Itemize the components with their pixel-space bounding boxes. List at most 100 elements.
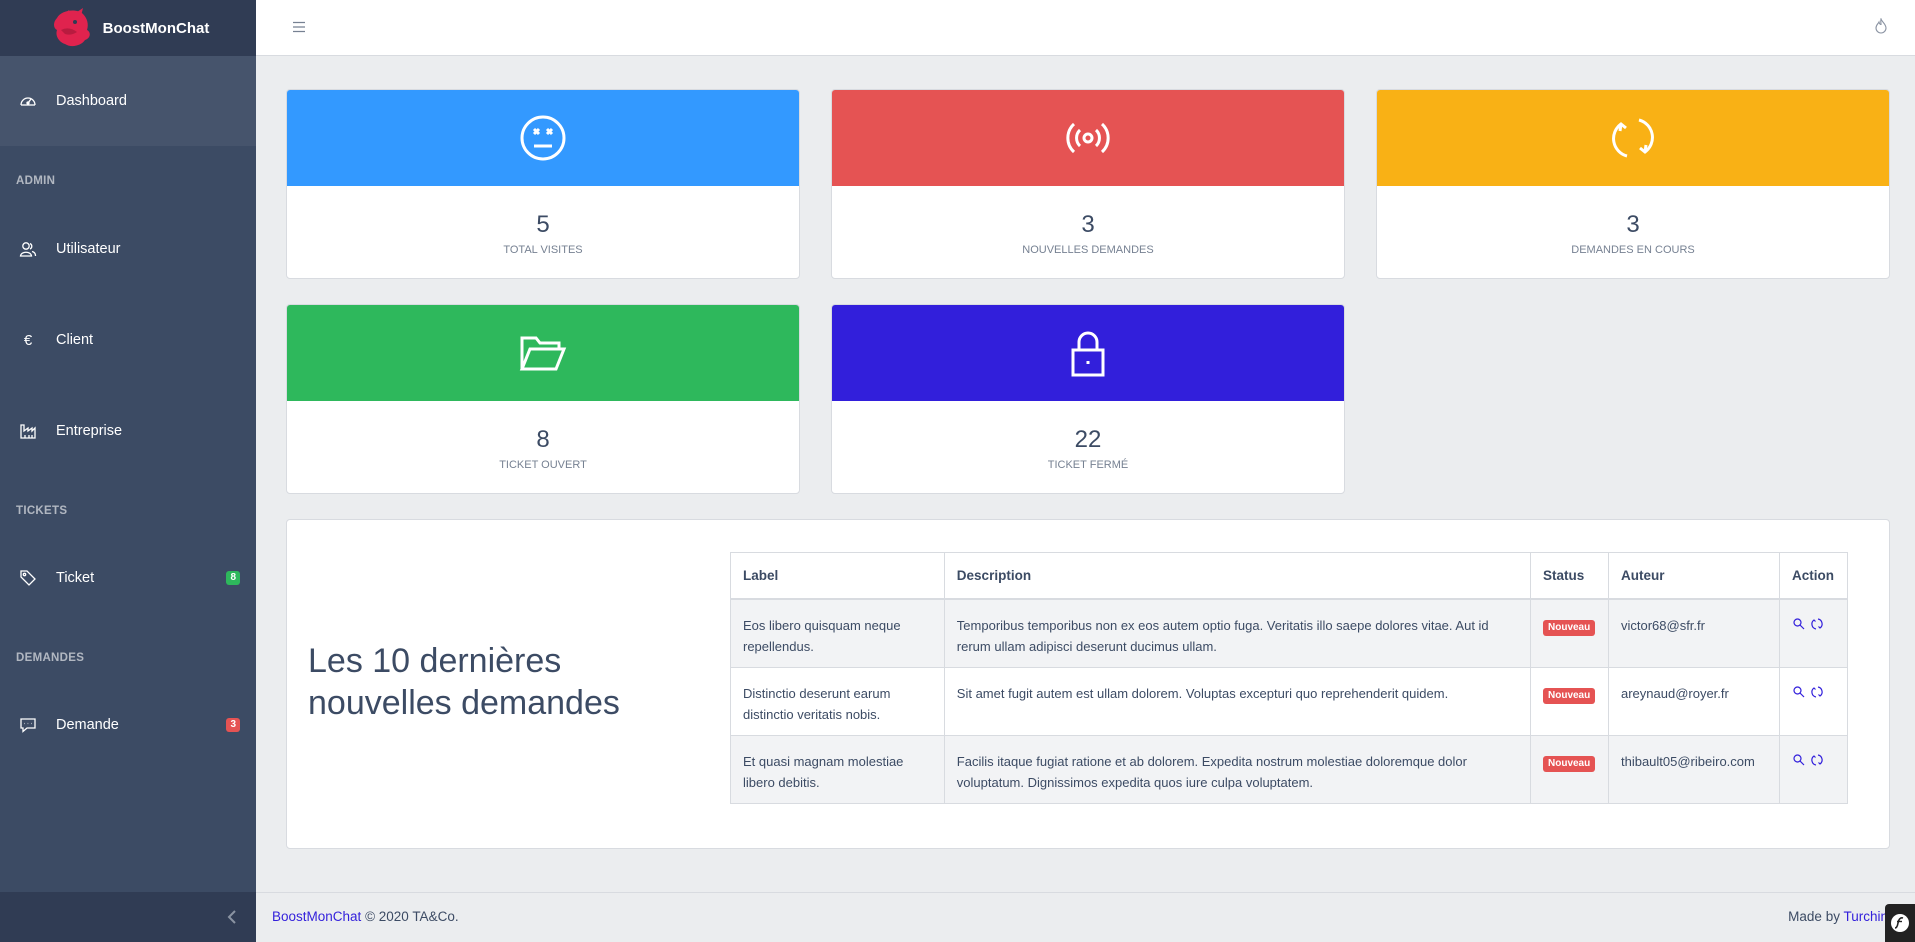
column-header-status: Status xyxy=(1530,552,1609,600)
column-header-description: Description xyxy=(943,552,1532,600)
status-badge: Nouveau xyxy=(1543,755,1596,772)
status-badge: Nouveau xyxy=(1543,619,1596,636)
sidebar-item-dashboard[interactable]: Dashboard xyxy=(0,56,256,146)
nav-title-tickets: TICKETS xyxy=(16,505,68,517)
sidebar-item-entreprise[interactable]: Entreprise xyxy=(0,411,256,451)
symfony-toolbar-toggle[interactable] xyxy=(1885,904,1915,942)
widget-value: 3 xyxy=(1626,211,1640,238)
sidebar-item-label: Utilisateur xyxy=(56,241,121,257)
status-badge: Nouveau xyxy=(1543,687,1596,704)
footer-made-by: Made by xyxy=(1788,909,1840,924)
widget-label: DEMANDES EN COURS xyxy=(1571,244,1695,256)
cell-label: Eos libero quisquam neque repellendus. xyxy=(730,598,945,668)
demande-count-badge: 3 xyxy=(226,718,240,732)
sidebar-item-demande[interactable]: Demande 3 xyxy=(0,705,256,745)
sidebar-item-label: Dashboard xyxy=(56,93,127,109)
sidebar-item-label: Demande xyxy=(56,717,119,733)
speedometer-icon xyxy=(16,89,40,113)
symfony-icon xyxy=(1891,914,1909,932)
menu-toggle-icon[interactable] xyxy=(290,18,308,36)
widget-header xyxy=(1377,90,1889,186)
column-header-action: Action xyxy=(1778,552,1849,600)
latest-requests-heading: Les 10 dernières nouvelles demandes xyxy=(308,642,620,722)
widget-header xyxy=(287,90,799,186)
widget-demandes-en-cours: 3 DEMANDES EN COURS xyxy=(1376,89,1890,279)
cell-status: Nouveau xyxy=(1530,666,1609,736)
sidebar-item-label: Entreprise xyxy=(56,423,123,439)
people-icon xyxy=(16,237,40,261)
refresh-icon[interactable] xyxy=(1810,617,1824,631)
widget-header xyxy=(832,90,1344,186)
tags-icon xyxy=(16,566,40,590)
view-magnifier-icon[interactable] xyxy=(1792,685,1806,699)
footer-brand-link[interactable]: BoostMonChat xyxy=(272,909,361,924)
view-magnifier-icon[interactable] xyxy=(1792,617,1806,631)
cell-description: Sit amet fugit autem est ullam dolorem. … xyxy=(943,666,1532,736)
sidebar-item-utilisateur[interactable]: Utilisateur xyxy=(0,229,256,269)
cell-description: Temporibus temporibus non ex eos autem o… xyxy=(943,598,1532,668)
cell-action xyxy=(1778,666,1849,736)
table-row: Distinctio deserunt earum distinctio ver… xyxy=(730,666,1849,736)
cell-label: Distinctio deserunt earum distinctio ver… xyxy=(730,666,945,736)
column-header-label: Label xyxy=(730,552,945,600)
sidebar: BoostMonChat Dashboard ADMIN Utilisateur… xyxy=(0,0,256,942)
chevron-left-icon xyxy=(227,910,236,924)
cell-status: Nouveau xyxy=(1530,734,1609,804)
brand-logo-icon xyxy=(53,8,90,47)
nav-title-demandes: DEMANDES xyxy=(16,652,85,664)
widget-header xyxy=(287,305,799,401)
view-magnifier-icon[interactable] xyxy=(1792,753,1806,767)
widget-nouvelles-demandes: 3 NOUVELLES DEMANDES xyxy=(831,89,1345,279)
footer: BoostMonChat © 2020 TA&Co. Made by Turch… xyxy=(256,892,1915,942)
widget-value: 3 xyxy=(1081,211,1095,238)
sidebar-minimizer[interactable] xyxy=(0,892,256,942)
cell-label: Et quasi magnam molestiae libero debitis… xyxy=(730,734,945,804)
widget-value: 8 xyxy=(536,426,550,453)
cell-status: Nouveau xyxy=(1530,598,1609,668)
widget-ticket-ferme: 22 TICKET FERMÉ xyxy=(831,304,1345,494)
comment-icon xyxy=(16,713,40,737)
broadcast-icon xyxy=(1066,122,1110,154)
euro-icon: € xyxy=(23,331,33,349)
ticket-count-badge: 8 xyxy=(226,571,240,585)
widget-label: TICKET FERMÉ xyxy=(1047,459,1129,471)
nav-title-admin: ADMIN xyxy=(16,175,56,187)
widget-total-visites: 5 TOTAL VISITES xyxy=(286,89,800,279)
sidebar-item-client[interactable]: € Client xyxy=(0,320,256,360)
cell-action xyxy=(1778,734,1849,804)
cell-author: thibault05@ribeiro.com xyxy=(1607,734,1780,804)
footer-copyright: © 2020 TA&Co. xyxy=(365,909,459,924)
sidebar-item-label: Client xyxy=(56,332,94,348)
brand-name: BoostMonChat xyxy=(102,19,210,37)
cell-action xyxy=(1778,598,1849,668)
requests-table: Label Description Status Auteur Action E… xyxy=(730,552,1849,804)
latest-requests-card: Les 10 dernières nouvelles demandes Labe… xyxy=(286,519,1890,849)
column-header-author: Auteur xyxy=(1607,552,1780,600)
header xyxy=(256,0,1915,56)
widget-label: TICKET OUVERT xyxy=(499,459,587,471)
table-row: Et quasi magnam molestiae libero debitis… xyxy=(730,734,1849,804)
industry-icon xyxy=(16,419,40,443)
cell-description: Facilis itaque fugiat ratione et ab dolo… xyxy=(943,734,1532,804)
widget-label: NOUVELLES DEMANDES xyxy=(1022,244,1154,256)
widget-ticket-ouvert: 8 TICKET OUVERT xyxy=(286,304,800,494)
folder-open-icon xyxy=(519,336,567,371)
footer-left: BoostMonChat © 2020 TA&Co. xyxy=(272,909,459,924)
table-row: Eos libero quisquam neque repellendus. T… xyxy=(730,598,1849,668)
widget-value: 22 xyxy=(1074,426,1102,453)
sidebar-item-label: Ticket xyxy=(56,570,95,586)
sidebar-brand[interactable]: BoostMonChat xyxy=(0,0,256,56)
sync-icon xyxy=(1612,118,1654,158)
refresh-icon[interactable] xyxy=(1810,753,1824,767)
widget-header xyxy=(832,305,1344,401)
lock-icon xyxy=(1071,331,1105,377)
table-header-row: Label Description Status Auteur Action xyxy=(730,552,1849,600)
cell-author: victor68@sfr.fr xyxy=(1607,598,1780,668)
flame-icon[interactable] xyxy=(1873,17,1891,36)
refresh-icon[interactable] xyxy=(1810,685,1824,699)
cell-author: areynaud@royer.fr xyxy=(1607,666,1780,736)
widget-value: 5 xyxy=(536,211,550,238)
widget-label: TOTAL VISITES xyxy=(503,244,583,256)
face-dead-icon xyxy=(520,115,566,161)
sidebar-item-ticket[interactable]: Ticket 8 xyxy=(0,558,256,598)
